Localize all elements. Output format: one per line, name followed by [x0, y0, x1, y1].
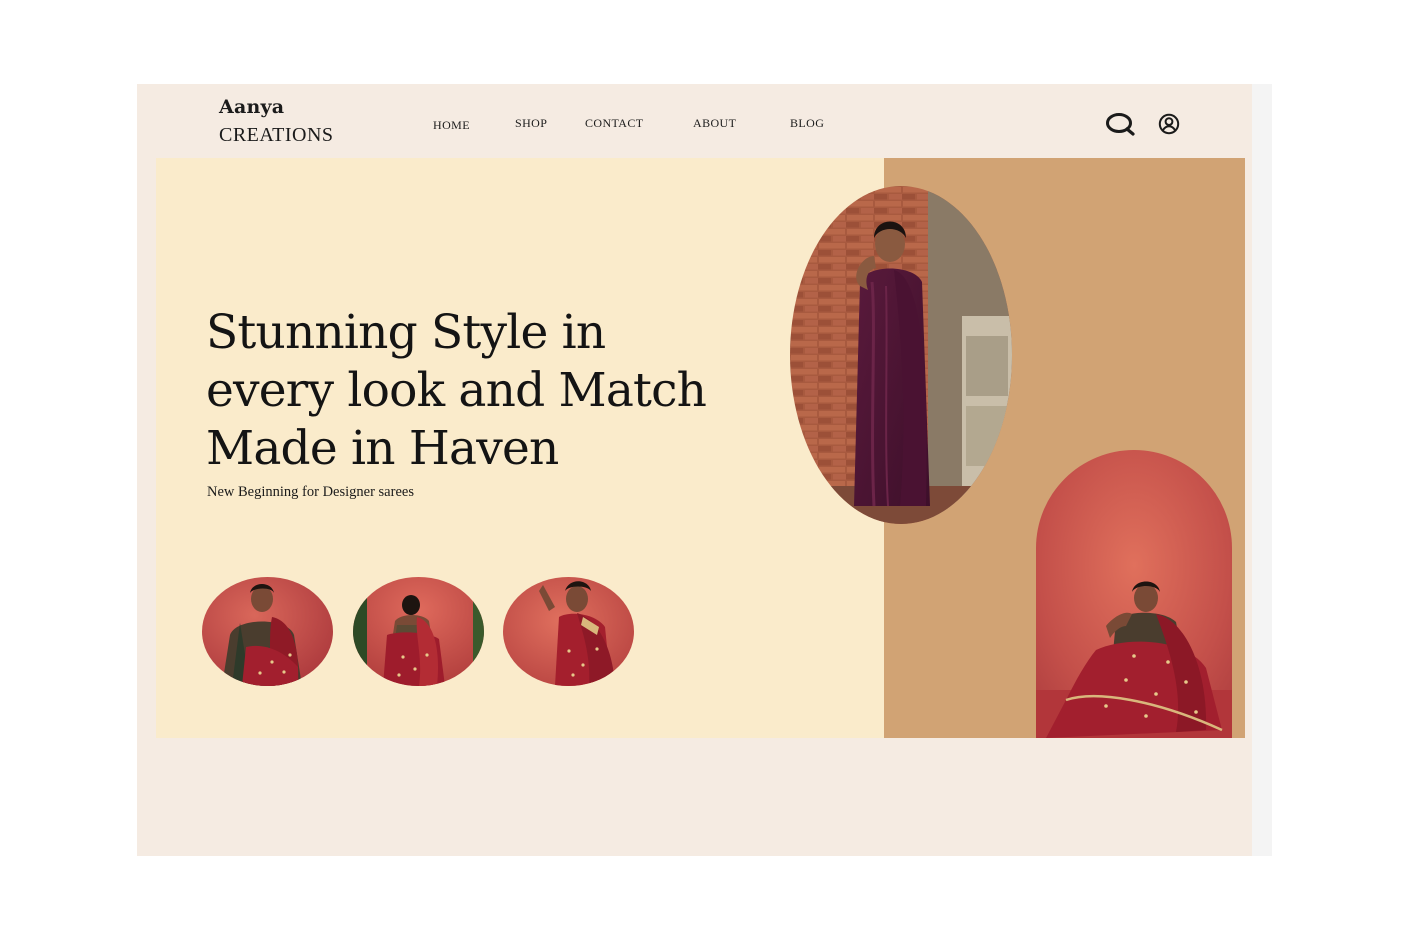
hero-oval-photo [790, 186, 1012, 524]
saree-photo-image [353, 577, 484, 686]
search-button[interactable] [1104, 110, 1136, 138]
thumbnail-saree-pose[interactable] [503, 577, 634, 686]
model-purple-saree-image [790, 186, 1012, 524]
brand-subtitle: CREATIONS [219, 124, 334, 146]
account-button[interactable] [1158, 113, 1180, 135]
brand-logo[interactable]: Aanya CREATIONS [219, 96, 334, 146]
hero-subline: New Beginning for Designer sarees [207, 484, 414, 500]
user-circle-icon [1158, 113, 1180, 135]
saree-photo-image [503, 577, 634, 686]
brand-name: Aanya [219, 96, 285, 118]
hero-arch-photo [1036, 450, 1232, 738]
page-scroll-strip [1252, 84, 1272, 856]
hero-headline: Stunning Style in every look and Match M… [206, 305, 707, 476]
model-red-saree-seated-image [1036, 450, 1232, 738]
nav-contact[interactable]: CONTACT [585, 116, 644, 131]
nav-shop[interactable]: SHOP [515, 116, 547, 131]
nav-home[interactable]: HOME [433, 118, 470, 133]
thumbnail-saree-front[interactable] [202, 577, 333, 686]
nav-about[interactable]: ABOUT [693, 116, 736, 131]
nav-blog[interactable]: BLOG [790, 116, 824, 131]
search-icon [1106, 113, 1135, 136]
saree-photo-image [202, 577, 333, 686]
thumbnail-saree-back[interactable] [353, 577, 484, 686]
